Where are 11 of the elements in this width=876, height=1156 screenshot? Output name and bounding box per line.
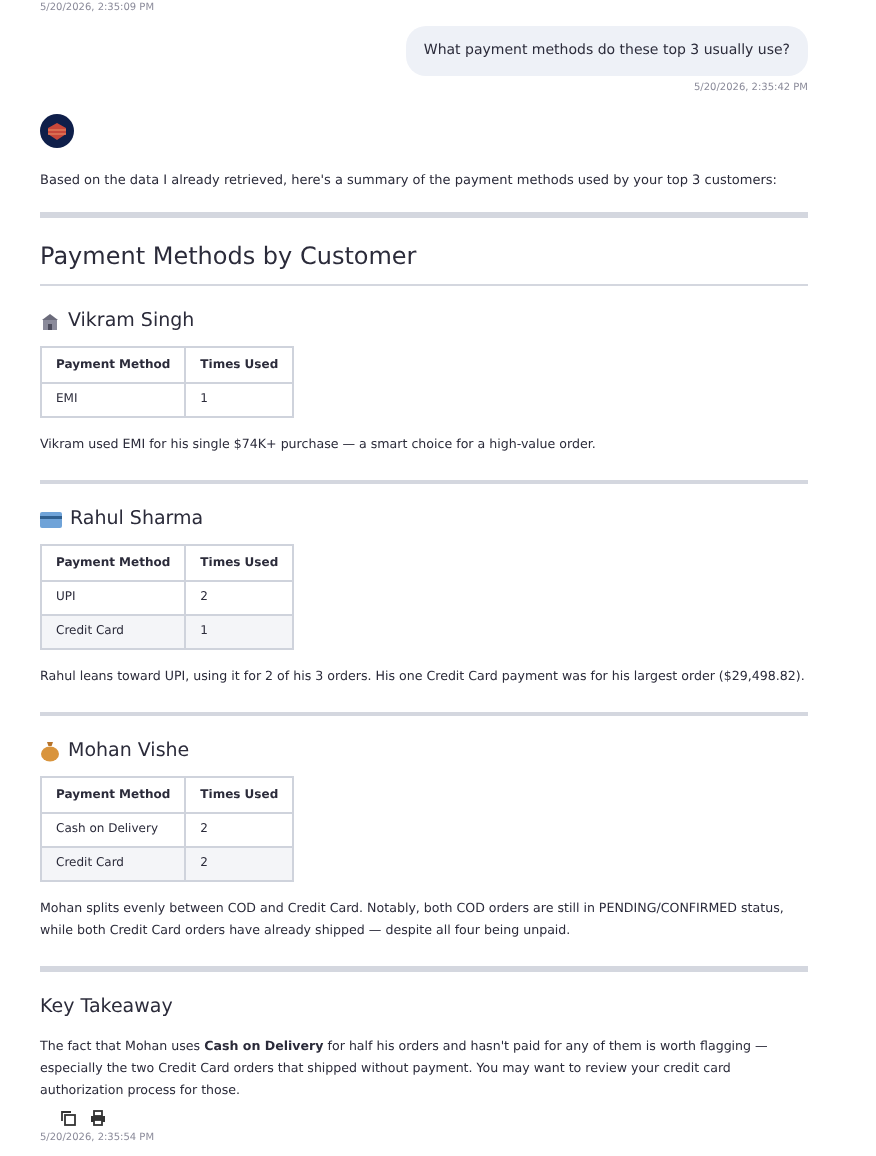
customer-name: Vikram Singh [68,309,195,333]
credit-card-icon [40,511,62,527]
section-heading: Payment Methods by Customer [40,241,419,269]
takeaway-heading: Key Takeaway [40,995,175,1019]
building-icon [40,311,60,331]
print-icon[interactable] [90,1109,106,1125]
money-bag-icon [40,740,60,762]
customer-name: Rahul Sharma [70,507,204,531]
copy-icon[interactable] [60,1109,76,1125]
assistant-avatar [40,113,74,147]
customer-name: Mohan Vishe [68,739,190,763]
